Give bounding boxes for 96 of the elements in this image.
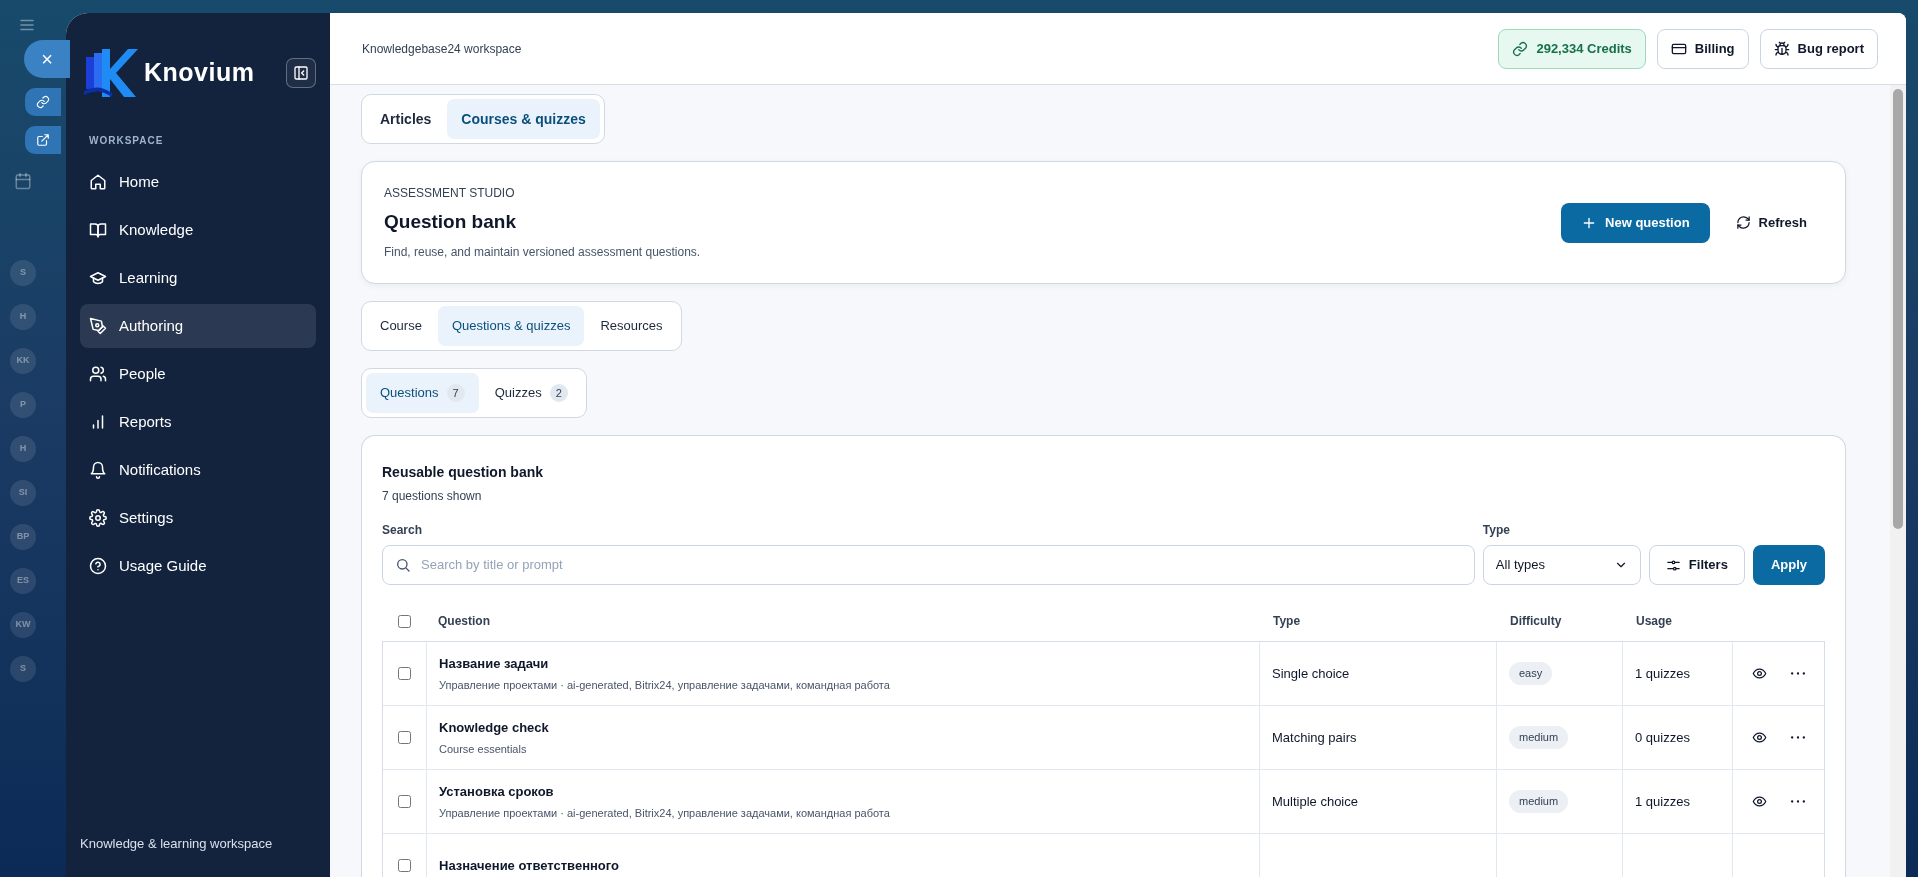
workspace-name: Knowledgebase24 workspace <box>362 40 522 58</box>
collapse-sidebar-button[interactable] <box>286 58 316 88</box>
question-title: Назначение ответственного <box>439 856 620 875</box>
question-meta: Управление проектами · ai-generated, Bitrix24, управление задачами, командная работа <box>439 677 891 693</box>
page-subtitle: Find, reuse, and maintain versioned assessment questions. <box>384 243 701 261</box>
sidebar-item[interactable]: Knowledge <box>80 208 316 252</box>
table-row[interactable]: Knowledge check Course essentials Matching pairs medium 0 quizzes <box>383 706 1824 770</box>
calendar-icon <box>14 172 32 190</box>
sidebar-item[interactable]: Home <box>80 160 316 204</box>
sidebar-item[interactable]: Notifications <box>80 448 316 492</box>
link-icon <box>36 95 50 109</box>
sidebar-item[interactable]: People <box>80 352 316 396</box>
difficulty-badge: easy <box>1509 662 1553 685</box>
type-cell-text: Single choice <box>1272 664 1350 683</box>
field-label: Type <box>1482 522 1511 539</box>
tab[interactable]: Articles <box>366 99 446 139</box>
sidebar-item[interactable]: Learning <box>80 256 316 300</box>
tab[interactable]: Questions & quizzes <box>437 306 585 346</box>
logo-icon <box>82 47 138 99</box>
billing-button[interactable]: Billing <box>1656 28 1749 69</box>
question-title: Knowledge check <box>439 719 550 737</box>
link-button[interactable] <box>25 88 61 116</box>
row-checkbox[interactable] <box>398 731 411 744</box>
bell-icon <box>89 461 107 479</box>
tab[interactable]: Resources <box>586 306 677 346</box>
help-icon <box>89 557 107 575</box>
filters-button[interactable]: Filters <box>1648 545 1745 585</box>
column-header: Difficulty <box>1509 613 1563 630</box>
more-icon <box>1790 736 1805 739</box>
question-meta: Управление проектами · ai-generated, Bitrix24, управление задачами, командная работа <box>439 805 891 821</box>
tab[interactable]: Courses & quizzes <box>447 99 600 139</box>
sidebar-item[interactable]: Authoring <box>80 304 316 348</box>
external-link-icon <box>36 133 50 147</box>
eye-icon <box>1752 794 1767 809</box>
sidebar-item[interactable]: Reports <box>80 400 316 444</box>
eye-icon <box>1752 666 1767 681</box>
row-checkbox[interactable] <box>398 667 411 680</box>
tab[interactable]: Questions 7 <box>366 373 479 413</box>
settings-icon <box>89 509 107 527</box>
difficulty-badge: medium <box>1509 726 1569 749</box>
field-label: Search <box>382 522 424 539</box>
more-icon <box>1790 672 1805 675</box>
difficulty-badge: medium <box>1509 790 1569 813</box>
external-link-button[interactable] <box>25 126 61 154</box>
tab[interactable]: Quizzes 2 <box>480 373 582 413</box>
select-all-checkbox[interactable] <box>397 614 411 628</box>
sliders-icon <box>1665 557 1681 573</box>
usage-cell-text: 1 quizzes <box>1635 664 1690 683</box>
column-header: Type <box>1272 613 1302 630</box>
apply-button[interactable]: Apply <box>1752 545 1825 585</box>
book-icon <box>89 221 107 239</box>
row-checkbox[interactable] <box>398 859 411 872</box>
question-title: Название задачи <box>439 655 550 673</box>
link-icon <box>1512 40 1529 57</box>
table-row[interactable]: Название задачи Управление проектами · ai-generated, Bitrix24, управление задачами, командная работа Single choice easy 1 quizzes <box>383 642 1824 706</box>
count-badge: 2 <box>549 383 568 403</box>
table-row[interactable]: Установка сроков Управление проектами · ai-generated, Bitrix24, управление задачами, командная работа Multiple choice medium 1 quizzes <box>383 770 1824 834</box>
home-icon <box>89 173 107 191</box>
bug-report-button[interactable]: Bug report <box>1759 28 1878 69</box>
card-title: Reusable question bank <box>382 463 545 482</box>
page-title: Question bank <box>384 210 517 235</box>
sidebar-item[interactable]: Settings <box>80 496 316 540</box>
scrollbar[interactable] <box>1890 85 1906 877</box>
close-button[interactable]: × <box>24 40 70 78</box>
refresh-button[interactable]: Refresh <box>1719 202 1823 243</box>
pen-icon <box>89 317 107 335</box>
usage-cell-text: 0 quizzes <box>1635 728 1690 747</box>
credits-button[interactable]: 292,334 Credits <box>1498 28 1646 69</box>
row-checkbox[interactable] <box>398 795 411 808</box>
more-icon <box>1790 800 1805 803</box>
graduation-cap-icon <box>89 269 107 287</box>
card-subtitle: 7 questions shown <box>382 488 483 505</box>
question-meta: Course essentials <box>439 741 528 757</box>
type-cell-text: Multiple choice <box>1272 792 1358 811</box>
usage-cell-text: 1 quizzes <box>1635 792 1690 811</box>
column-header: Question <box>437 613 491 630</box>
column-header: Usage <box>1635 613 1674 630</box>
brand-name: Knovium <box>144 57 255 89</box>
refresh-icon <box>1735 215 1751 230</box>
eye-icon <box>1752 730 1767 745</box>
workspace-caption: Knowledge & learning workspace <box>80 834 274 853</box>
tab[interactable]: Course <box>366 306 436 346</box>
sidebar-item[interactable]: Usage Guide <box>80 544 316 588</box>
search-field[interactable]: Search by title or prompt <box>382 545 1475 585</box>
type-dropdown[interactable]: All types <box>1482 545 1641 585</box>
count-badge: 7 <box>446 383 465 403</box>
users-icon <box>89 365 107 383</box>
sidebar-panel-icon <box>293 65 309 81</box>
type-cell-text: Matching pairs <box>1272 728 1357 747</box>
section-label: WORKSPACE <box>88 134 165 148</box>
search-input[interactable]: Search by title or prompt <box>421 555 1462 575</box>
question-title: Установка сроков <box>439 783 555 801</box>
new-question-button[interactable]: New question <box>1561 202 1710 243</box>
eyebrow-label: ASSESSMENT STUDIO <box>384 185 516 203</box>
bug-icon <box>1773 40 1790 57</box>
search-icon <box>395 557 411 573</box>
